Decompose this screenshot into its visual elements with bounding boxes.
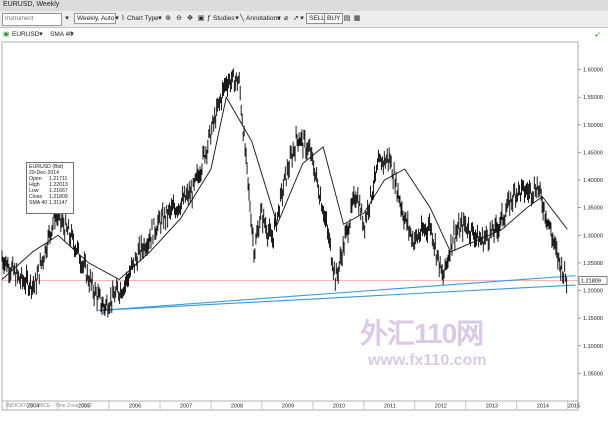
y-tick-label: 1.55000 [583, 95, 603, 101]
y-tick-label: 1.25000 [583, 261, 603, 267]
x-tick-label: 2010 [333, 404, 345, 410]
legend-study-chevron-icon[interactable]: ▾ [67, 29, 77, 40]
x-tick-label: 2013 [486, 404, 498, 410]
pin-icon[interactable]: ➶ [594, 29, 601, 40]
last-price-label: 1.21809 [581, 279, 601, 285]
y-tick-label: 1.20000 [583, 289, 603, 295]
x-tick-label: 2014 [537, 404, 549, 410]
tooltip-label: SMA 40 [29, 200, 48, 206]
interval-select[interactable]: Weekly, Auto [74, 13, 116, 24]
buy-button[interactable]: BUY [324, 13, 344, 24]
y-tick-label: 1.50000 [583, 123, 603, 129]
x-tick-label: 2008 [231, 404, 243, 410]
trendline [98, 284, 576, 311]
window-title: EURUSD, Weekly [3, 1, 60, 8]
watermark-logo-text: 外汇110网 [360, 318, 484, 349]
sma-line [1, 95, 568, 281]
x-tick-label: 2006 [129, 404, 141, 410]
eraser-icon[interactable]: ⌀ [281, 13, 291, 24]
x-tick-label: 2007 [180, 404, 192, 410]
y-tick-label: 1.35000 [583, 206, 603, 212]
chevron-down-icon[interactable]: ▾ [62, 13, 72, 24]
x-tick-label: 2009 [282, 404, 294, 410]
print-icon[interactable]: ▤ [342, 13, 352, 24]
symbol-color-icon: ▣ [3, 31, 10, 38]
price-chart[interactable]: 1.05000 1.10000 1.15000 1.20000 1.25000 1.300… [0, 40, 608, 429]
y-tick-label: 1.05000 [583, 371, 603, 377]
data-tooltip: EURUSD (Bid) 29-Dec-2014 Open 1.21711 Hig… [26, 162, 74, 214]
instrument-input[interactable] [2, 13, 62, 26]
y-tick-label: 1.30000 [583, 233, 603, 239]
y-tick-label: 1.45000 [583, 150, 603, 156]
chart-toolbar: ▾ Weekly, Auto ▾ ⌇ Chart Type ▾ ⊕ ⊖ ✥ ▣ … [0, 11, 608, 28]
watermark-url: www.fx110.com [368, 352, 487, 369]
zoom-out-icon[interactable]: ⊖ [174, 13, 184, 24]
x-tick-label: 2011 [384, 404, 396, 410]
footer-note: INDICATIVE PRICE · Time Zone: GMT [6, 403, 93, 409]
settings-icon[interactable]: ▦ [352, 13, 362, 24]
y-tick-label: 1.10000 [583, 344, 603, 350]
legend-bar: ▣ EURUSD ▾ SMA 40 ▾ ➶ [0, 28, 608, 40]
zoom-in-icon[interactable]: ⊕ [163, 13, 173, 24]
plot-frame [1, 41, 579, 411]
pan-icon[interactable]: ✥ [185, 13, 195, 24]
tooltip-row-sma: SMA 40 1.31147 [29, 200, 71, 206]
y-tick-label: 1.15000 [583, 316, 603, 322]
chart-type-menu[interactable]: Chart Type [127, 13, 159, 24]
y-tick-label: 1.40000 [583, 178, 603, 184]
legend-symbol-chevron-icon[interactable]: ▾ [36, 29, 46, 40]
x-tick-label: 2012 [435, 404, 447, 410]
y-tick-label: 1.60000 [583, 68, 603, 74]
x-tick-label: 2015 [568, 404, 580, 410]
tooltip-value: 1.31147 [49, 200, 68, 206]
